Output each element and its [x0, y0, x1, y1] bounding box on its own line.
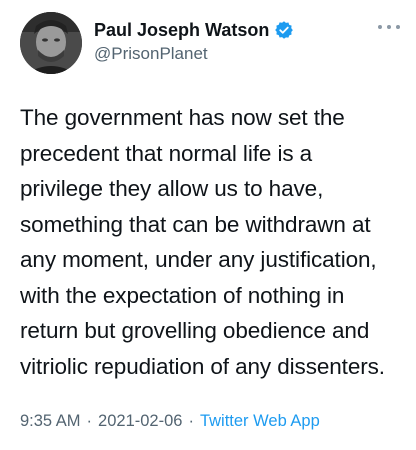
tweet-source-link[interactable]: Twitter Web App — [200, 412, 320, 431]
tweet-metadata: 9:35 AM · 2021-02-06 · Twitter Web App — [20, 412, 320, 431]
author-handle[interactable]: @PrisonPlanet — [94, 44, 208, 64]
more-horizontal-icon[interactable] — [378, 22, 400, 32]
tweet-text: The government has now set the precedent… — [20, 105, 385, 379]
author-name-row[interactable]: Paul Joseph Watson — [94, 18, 294, 42]
tweet-date[interactable]: 2021-02-06 — [98, 412, 182, 431]
author-display-name[interactable]: Paul Joseph Watson — [94, 20, 269, 41]
tweet-time[interactable]: 9:35 AM — [20, 412, 81, 431]
meta-separator: · — [188, 412, 194, 430]
tweet-card: Paul Joseph Watson @PrisonPlanet The gov… — [0, 0, 416, 450]
avatar[interactable] — [20, 12, 82, 74]
meta-separator: · — [86, 412, 93, 430]
more-dot — [378, 25, 382, 29]
more-dot — [387, 25, 391, 29]
more-dot — [396, 25, 400, 29]
avatar-photo — [20, 12, 82, 74]
verified-badge-icon — [274, 20, 294, 40]
